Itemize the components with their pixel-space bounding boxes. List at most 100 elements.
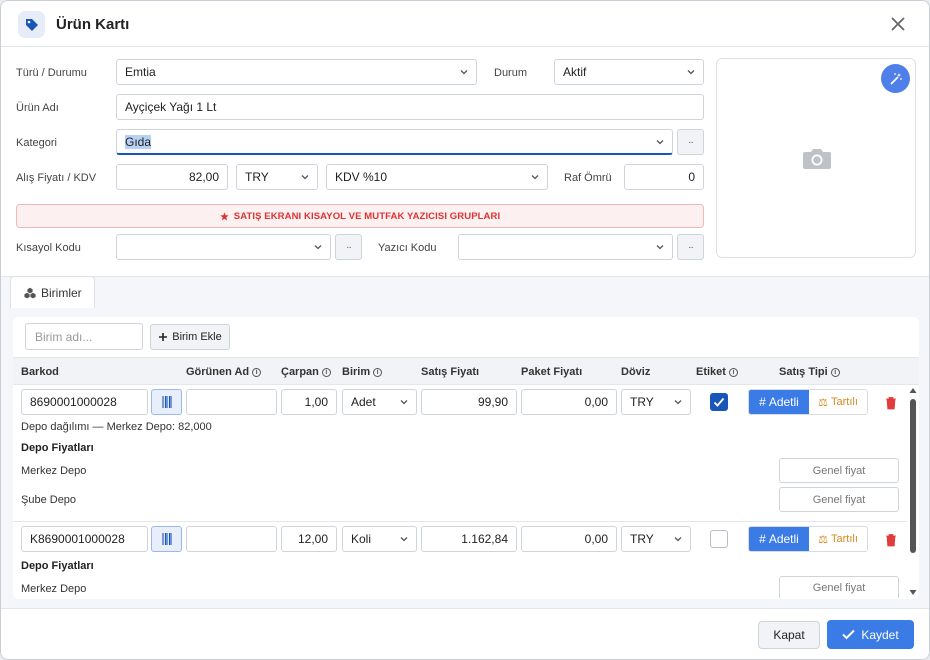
depot-distribution-text: Depo dağılımı — Merkez Depo: 82,000 bbox=[21, 421, 212, 433]
col-package-price: Paket Fiyatı bbox=[521, 366, 583, 378]
type-select[interactable]: Emtia bbox=[116, 59, 477, 85]
name-input[interactable]: Ayçiçek Yağı 1 Lt bbox=[116, 94, 704, 120]
barcode-icon[interactable] bbox=[151, 526, 182, 552]
type-value: Emtia bbox=[125, 65, 156, 79]
category-select[interactable]: Gıda bbox=[116, 129, 673, 155]
dialog-header: Ürün Kartı bbox=[1, 1, 929, 47]
printer-select[interactable] bbox=[458, 234, 673, 260]
currency-select[interactable]: TRY bbox=[236, 164, 318, 190]
printer-label: Yazıcı Kodu bbox=[378, 242, 437, 254]
hash-icon: # bbox=[759, 532, 766, 546]
trash-icon[interactable] bbox=[884, 533, 898, 547]
sale-type-count-button[interactable]: # Adetli bbox=[749, 527, 809, 551]
multiplier-input[interactable]: 1,00 bbox=[281, 389, 337, 415]
tab-units-label: Birimler bbox=[41, 286, 82, 300]
save-button[interactable]: Kaydet bbox=[827, 620, 914, 649]
close-button[interactable]: Kapat bbox=[758, 621, 820, 649]
purchase-price-input[interactable]: 82,00 bbox=[116, 164, 228, 190]
shelf-life-label: Raf Ömrü bbox=[564, 172, 612, 184]
shortcut-label: Kısayol Kodu bbox=[16, 242, 81, 254]
trash-icon[interactable] bbox=[884, 396, 898, 410]
col-multiplier: Çarpan i bbox=[281, 366, 331, 378]
vat-select[interactable]: KDV %10 bbox=[326, 164, 548, 190]
camera-icon bbox=[803, 149, 831, 169]
chevron-down-icon bbox=[656, 140, 664, 145]
chevron-down-icon bbox=[400, 537, 408, 542]
package-price-input[interactable]: 0,00 bbox=[521, 389, 617, 415]
info-icon: i bbox=[373, 367, 383, 377]
shortcut-more-button[interactable]: ·· bbox=[335, 234, 362, 260]
depot-price-input[interactable]: Genel fiyat bbox=[779, 487, 899, 512]
category-more-button[interactable]: ·· bbox=[677, 129, 704, 155]
chevron-down-icon bbox=[656, 245, 664, 250]
add-unit-button[interactable]: Birim Ekle bbox=[150, 324, 230, 350]
col-sale-type: Satış Tipi i bbox=[779, 366, 840, 378]
shelf-life-input[interactable]: 0 bbox=[624, 164, 704, 190]
plus-icon bbox=[159, 333, 168, 341]
save-button-label: Kaydet bbox=[861, 627, 899, 642]
depot-price-input[interactable]: Genel fiyat bbox=[779, 576, 899, 598]
label-checkbox[interactable] bbox=[710, 530, 728, 548]
add-unit-label: Birim Ekle bbox=[172, 331, 222, 343]
display-name-input[interactable] bbox=[186, 526, 277, 552]
sale-price-input[interactable]: 99,90 bbox=[421, 389, 517, 415]
chevron-down-icon bbox=[687, 70, 695, 75]
currency-value: TRY bbox=[245, 170, 269, 184]
tab-bar bbox=[1, 276, 929, 308]
col-unit: Birim i bbox=[342, 366, 383, 378]
price-label: Alış Fiyatı / KDV bbox=[16, 172, 97, 184]
chevron-down-icon bbox=[460, 70, 468, 75]
chevron-down-icon bbox=[674, 537, 682, 542]
magic-wand-icon[interactable] bbox=[881, 64, 910, 93]
scroll-down-icon[interactable] bbox=[909, 589, 917, 596]
product-card-dialog: Ürün Kartı Türü / Durumu Emtia Durum Akt… bbox=[0, 0, 930, 660]
depot-name: Merkez Depo bbox=[21, 465, 87, 477]
check-icon bbox=[842, 629, 856, 640]
depot-price-input[interactable]: Genel fiyat bbox=[779, 458, 899, 483]
banner-text: SATIŞ EKRANI KISAYOL VE MUTFAK YAZICISI … bbox=[233, 210, 501, 222]
category-value: Gıda bbox=[125, 134, 152, 149]
multiplier-input[interactable]: 12,00 bbox=[281, 526, 337, 552]
info-icon: i bbox=[252, 367, 262, 377]
tab-units[interactable]: Birimler bbox=[10, 276, 95, 309]
info-icon: i bbox=[728, 367, 738, 377]
barcode-input[interactable]: 8690001000028 bbox=[21, 389, 148, 415]
display-name-input[interactable] bbox=[186, 389, 277, 415]
scrollbar-thumb[interactable] bbox=[910, 399, 916, 553]
col-display-name: Görünen Ad i bbox=[186, 366, 262, 378]
sale-type-count-button[interactable]: # Adetli bbox=[749, 390, 809, 414]
category-label: Kategori bbox=[16, 137, 57, 149]
depot-prices-title: Depo Fiyatları bbox=[21, 560, 94, 572]
chevron-down-icon bbox=[531, 175, 539, 180]
status-select[interactable]: Aktif bbox=[554, 59, 704, 85]
unit-search-input[interactable]: Birim adı... bbox=[25, 323, 143, 350]
tag-icon bbox=[18, 11, 45, 38]
label-checkbox[interactable] bbox=[710, 393, 728, 411]
barcode-icon[interactable] bbox=[151, 389, 182, 415]
sale-price-input[interactable]: 1.162,84 bbox=[421, 526, 517, 552]
shelf-life-value: 0 bbox=[688, 170, 695, 184]
package-price-input[interactable]: 0,00 bbox=[521, 526, 617, 552]
check-icon bbox=[713, 397, 725, 407]
unit-select[interactable]: Adet bbox=[342, 389, 417, 415]
chevron-down-icon bbox=[314, 245, 322, 250]
barcode-input[interactable]: K8690001000028 bbox=[21, 526, 148, 552]
depot-name: Merkez Depo bbox=[21, 583, 87, 595]
currency-select[interactable]: TRY bbox=[621, 389, 691, 415]
col-currency: Döviz bbox=[621, 366, 651, 378]
shortcut-select[interactable] bbox=[116, 234, 331, 260]
chevron-down-icon bbox=[674, 400, 682, 405]
name-value: Ayçiçek Yağı 1 Lt bbox=[125, 100, 217, 114]
col-barcode: Barkod bbox=[21, 366, 59, 378]
sale-type-weight-button[interactable]: ⚖ Tartılı bbox=[809, 390, 867, 414]
scroll-up-icon[interactable] bbox=[909, 387, 917, 394]
sale-type-toggle[interactable]: # Adetli ⚖ Tartılı bbox=[748, 526, 868, 552]
sale-type-weight-button[interactable]: ⚖ Tartılı bbox=[809, 527, 867, 551]
status-value: Aktif bbox=[563, 65, 587, 79]
printer-more-button[interactable]: ·· bbox=[677, 234, 704, 260]
currency-select[interactable]: TRY bbox=[621, 526, 691, 552]
shortcut-groups-banner: SATIŞ EKRANI KISAYOL VE MUTFAK YAZICISI … bbox=[16, 204, 704, 228]
sale-type-toggle[interactable]: # Adetli ⚖ Tartılı bbox=[748, 389, 868, 415]
close-icon[interactable] bbox=[887, 13, 909, 35]
unit-select[interactable]: Koli bbox=[342, 526, 417, 552]
